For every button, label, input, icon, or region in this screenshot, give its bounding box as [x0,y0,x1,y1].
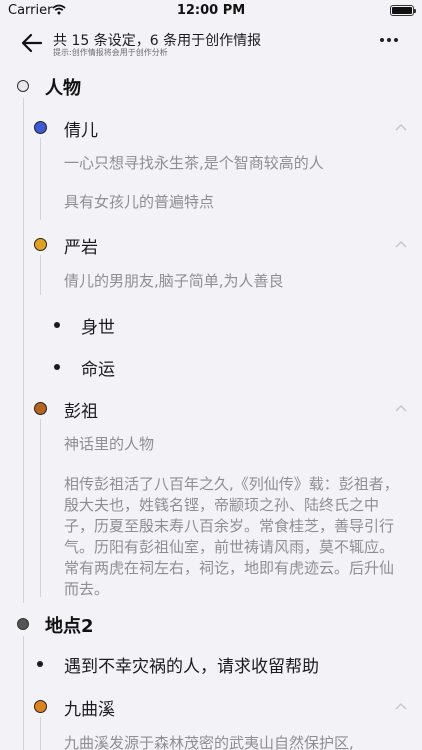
chevron-up-icon[interactable] [395,702,407,710]
battery-icon [390,5,416,16]
bullet-item[interactable]: 命运 [81,355,115,380]
section-icon [17,618,29,630]
clock: 12:00 PM [176,3,246,18]
item-description: 相传彭祖活了八百年之久,《列仙传》载：彭祖者，殷大夫也，姓篯名铿，帝颛顼之孙、陆… [64,475,399,598]
nav-bar: 共 15 条设定，6 条用于创作情报 提示:创作情报将会用于创作分析 [0,24,422,66]
item-description: 倩儿的男朋友,脑子简单,为人善良 [64,272,284,290]
item-title[interactable]: 九曲溪 [64,695,115,720]
item-description: 神话里的人物 [64,435,155,453]
bullet-dot [37,661,43,667]
settings-tree: 人物 倩儿 一心只想寻找永生茶,是个智商较高的人 具有女孩儿的普遍特点 严岩 倩… [0,66,422,750]
avatar-icon [34,700,47,713]
avatar-icon [34,121,47,134]
bullet-dot [54,364,60,370]
item-description: 具有女孩儿的普遍特点 [64,193,215,211]
item-title[interactable]: 严岩 [64,233,98,258]
bullet-item[interactable]: 身世 [81,313,115,338]
section-title[interactable]: 地点2 [45,612,94,638]
bullet-dot [54,322,60,328]
tree-line [23,98,24,603]
chevron-up-icon[interactable] [395,240,407,248]
tree-line [40,255,41,295]
section-icon [17,80,29,92]
item-title[interactable]: 倩儿 [64,116,98,141]
back-arrow-icon[interactable] [20,32,44,54]
item-title[interactable]: 彭祖 [64,397,98,422]
avatar-icon [34,238,47,251]
bullet-item[interactable]: 遇到不幸灾祸的人，请求收留帮助 [64,652,319,677]
chevron-up-icon[interactable] [395,123,407,131]
page-subtitle: 提示:创作情报将会用于创作分析 [53,48,168,57]
avatar-icon [34,402,47,415]
tree-line [40,138,41,220]
tree-line [40,717,41,750]
tree-line [40,419,41,597]
section-title[interactable]: 人物 [45,74,81,100]
more-options-icon[interactable] [380,38,398,42]
chevron-up-icon[interactable] [395,404,407,412]
tree-line [23,636,24,750]
item-description: 九曲溪发源于森林茂密的武夷山自然保护区, [64,734,354,750]
status-bar: Carrier 12:00 PM [0,0,422,22]
item-description: 一心只想寻找永生茶,是个智商较高的人 [64,154,324,172]
